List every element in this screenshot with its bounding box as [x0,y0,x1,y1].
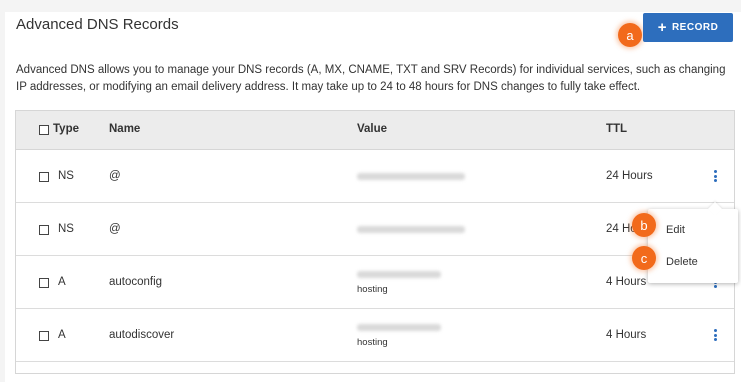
add-record-label: RECORD [671,22,719,33]
row-ttl: 24 Hours [606,170,653,182]
row-actions-kebab-icon[interactable] [710,169,720,183]
column-value-header: Value [357,123,388,135]
dns-records-table: Type Name Value TTL NS @ 24 Hours NS @ 2… [15,110,735,374]
row-actions-menu: Edit Delete [648,209,738,283]
row-name: @ [109,223,121,235]
row-value-redacted [357,173,465,180]
table-row: A autoconfig hosting 4 Hours [16,256,734,309]
callout-badge-b: b [632,213,656,237]
row-checkbox[interactable] [39,331,49,341]
dns-description: Advanced DNS allows you to manage your D… [16,64,726,93]
row-value-sub: hosting [357,284,388,295]
row-name: @ [109,170,121,182]
table-row: NS @ 24 Hours [16,150,734,203]
row-type: NS [58,170,74,182]
callout-badge-c: c [632,246,656,270]
row-actions-kebab-icon[interactable] [710,328,720,342]
table-header: Type Name Value TTL [16,111,734,150]
plus-icon: + [657,18,667,36]
table-row: A autodiscover hosting 4 Hours [16,309,734,362]
callout-badge-a: a [618,23,642,47]
row-checkbox[interactable] [39,172,49,182]
add-record-button[interactable]: + RECORD [643,13,733,42]
column-ttl-header: TTL [606,123,628,135]
row-type: A [58,276,66,288]
row-ttl: 4 Hours [606,276,647,288]
menu-item-edit[interactable]: Edit [666,224,685,236]
menu-item-delete[interactable]: Delete [666,256,698,268]
row-value-redacted [357,271,441,278]
row-type: A [58,329,66,341]
row-value-redacted [357,226,465,233]
row-name: autoconfig [109,276,163,288]
page-title: Advanced DNS Records [16,16,179,33]
row-value-sub: hosting [357,337,388,348]
table-row: NS @ 24 Hours [16,203,734,256]
select-all-checkbox[interactable] [39,125,49,135]
column-type-header: Type [53,123,79,135]
column-name-header: Name [109,123,141,135]
row-value-redacted [357,324,441,331]
row-checkbox[interactable] [39,278,49,288]
row-name: autodiscover [109,329,175,341]
row-checkbox[interactable] [39,225,49,235]
row-type: NS [58,223,74,235]
row-ttl: 4 Hours [606,329,647,341]
